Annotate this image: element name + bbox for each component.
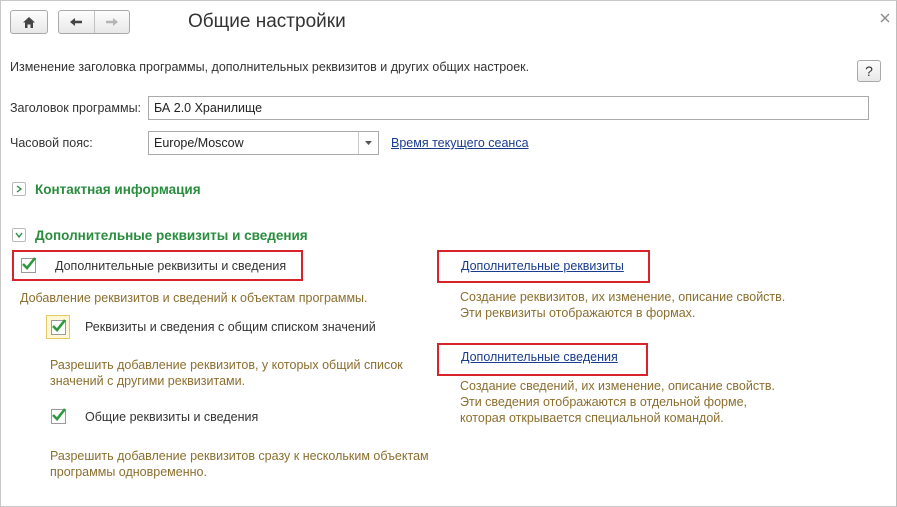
common-checkbox[interactable] (51, 408, 66, 424)
additional-props-link[interactable]: Дополнительные реквизиты (461, 259, 624, 273)
main-option-desc: Добавление реквизитов и сведений к объек… (20, 291, 368, 305)
props-desc-line2: Эти реквизиты отображаются в формах. (460, 306, 696, 320)
arrow-right-icon (105, 18, 118, 26)
intro-text: Изменение заголовка программы, дополните… (10, 60, 530, 74)
main-option-label[interactable]: Дополнительные реквизиты и сведения (55, 259, 286, 273)
chevron-down-icon (15, 232, 23, 238)
timezone-value: Europe/Moscow (154, 136, 244, 150)
back-button[interactable] (59, 11, 95, 33)
session-time-link[interactable]: Время текущего сеанса (391, 136, 529, 150)
additional-info-link[interactable]: Дополнительные сведения (461, 350, 618, 364)
timezone-label: Часовой пояс: (10, 136, 93, 150)
shared-list-desc-line1: Разрешить добавление реквизитов, у котор… (50, 358, 403, 372)
info-desc-line1: Создание сведений, их изменение, описани… (460, 379, 775, 393)
title-input-value: БА 2.0 Хранилище (154, 101, 263, 115)
timezone-select[interactable]: Europe/Moscow (148, 131, 379, 155)
shared-list-desc-line2: значений с другими реквизитами. (50, 374, 246, 388)
common-desc-line2: программы одновременно. (50, 465, 207, 479)
info-desc-line3: которая открывается специальной командой… (460, 411, 724, 425)
page-title: Общие настройки (188, 11, 346, 32)
forward-button[interactable] (95, 11, 130, 33)
main-option-checkbox[interactable] (21, 257, 36, 273)
contact-section-toggle[interactable] (12, 182, 26, 196)
common-desc-line1: Разрешить добавление реквизитов сразу к … (50, 449, 429, 463)
nav-buttons (58, 10, 130, 34)
home-icon (23, 16, 35, 28)
help-button[interactable]: ? (857, 60, 881, 82)
home-button[interactable] (10, 10, 48, 34)
title-input[interactable]: БА 2.0 Хранилище (148, 96, 869, 120)
info-desc-line2: Эти сведения отображаются в отдельной фо… (460, 395, 747, 409)
title-label: Заголовок программы: (10, 101, 142, 115)
check-icon (22, 257, 36, 270)
additional-section-toggle[interactable] (12, 228, 26, 242)
dropdown-button[interactable] (358, 132, 378, 154)
chevron-right-icon (16, 185, 22, 193)
shared-list-label[interactable]: Реквизиты и сведения с общим списком зна… (85, 320, 376, 334)
props-desc-line1: Создание реквизитов, их изменение, описа… (460, 290, 786, 304)
arrow-left-icon (70, 18, 83, 26)
additional-section-title[interactable]: Дополнительные реквизиты и сведения (35, 228, 308, 243)
close-icon[interactable] (880, 12, 892, 24)
shared-list-checkbox[interactable] (51, 319, 66, 335)
common-label[interactable]: Общие реквизиты и сведения (85, 410, 258, 424)
chevron-down-icon (365, 141, 372, 145)
check-icon (52, 408, 66, 421)
contact-section-title[interactable]: Контактная информация (35, 182, 201, 197)
check-icon (52, 319, 66, 332)
